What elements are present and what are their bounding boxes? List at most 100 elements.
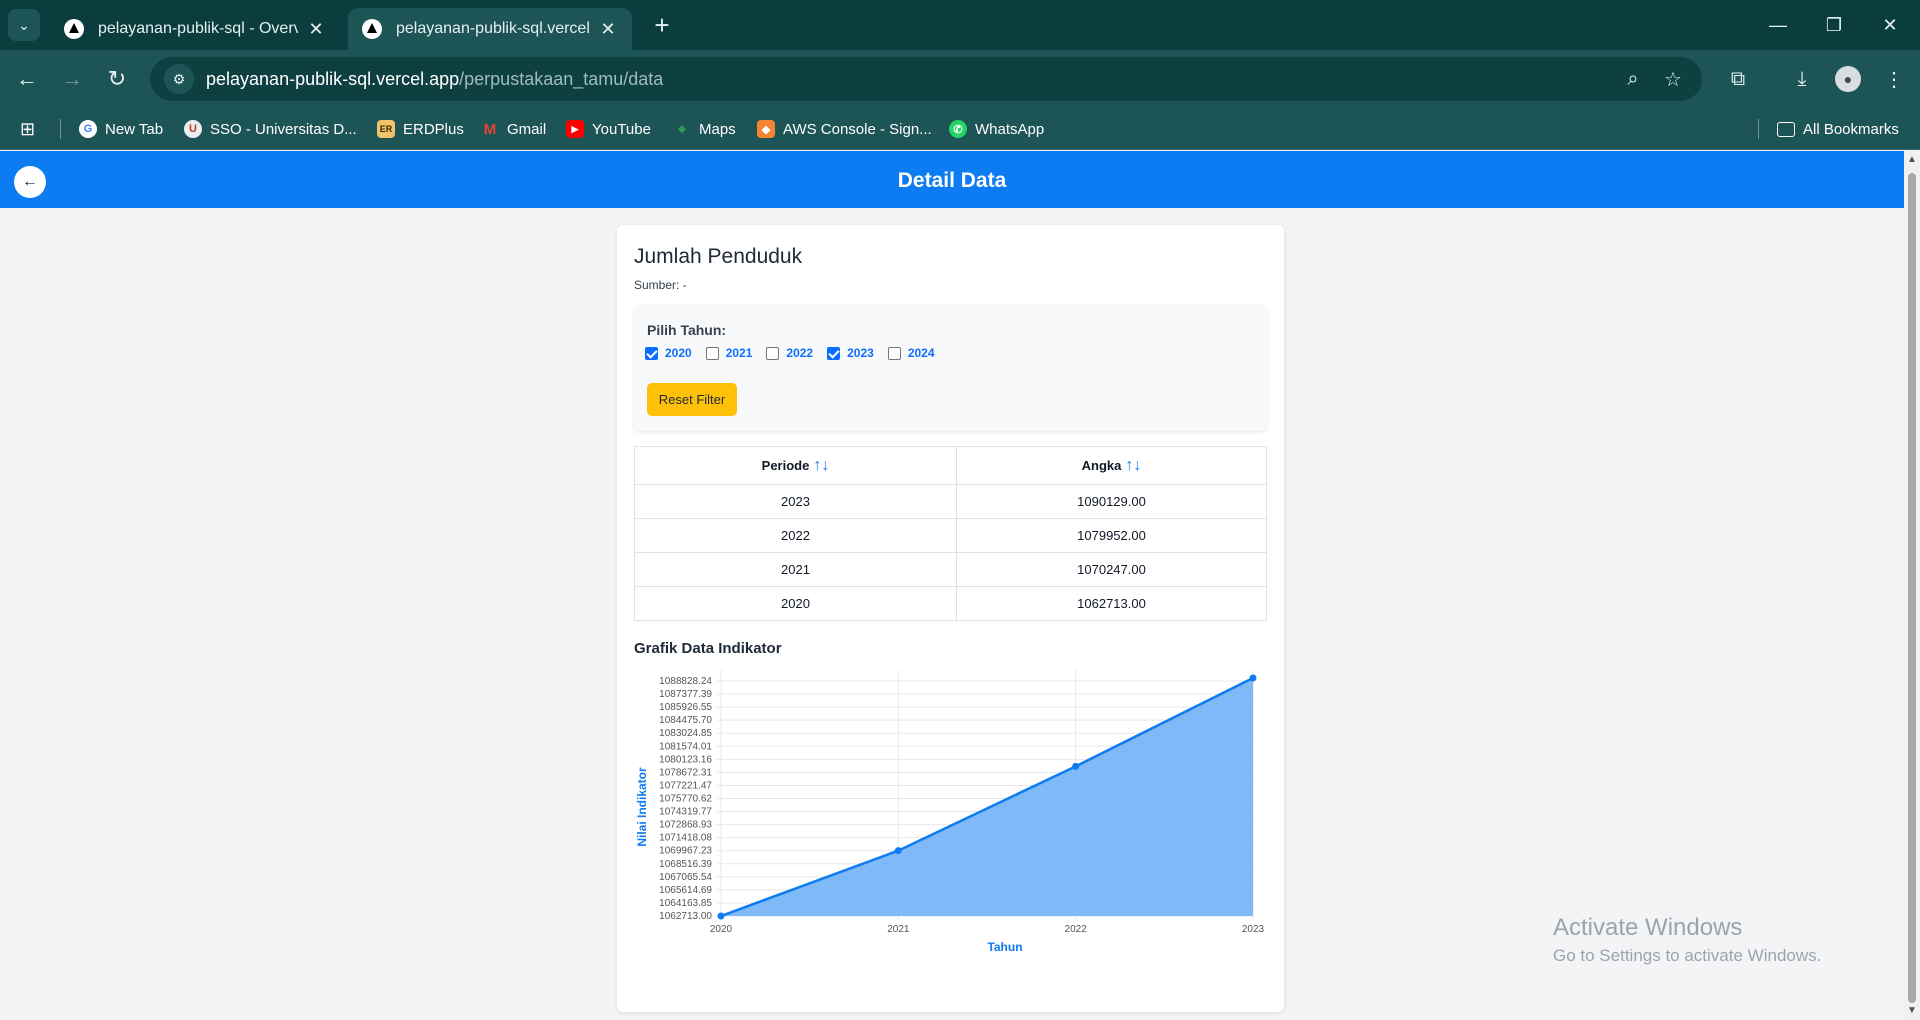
minimize-button[interactable]: —	[1750, 0, 1806, 50]
apps-grid-icon[interactable]: ⊞	[20, 117, 35, 141]
year-option-2024[interactable]: 2024	[887, 346, 935, 360]
whatsapp-icon: ✆	[949, 120, 967, 138]
site-info-icon[interactable]: ⚙	[164, 64, 194, 94]
year-checkbox[interactable]	[827, 346, 841, 360]
close-icon: ✕	[1882, 14, 1898, 35]
google-icon: G	[79, 120, 97, 138]
browser-tab-active[interactable]: pelayanan-publik-sql.vercel.app ✕	[348, 8, 632, 50]
y-tick-label: 1085926.55	[659, 702, 712, 713]
bookmark-new-tab[interactable]: G New Tab	[79, 117, 163, 141]
sort-icon[interactable]: ↑↓	[813, 457, 829, 474]
scroll-thumb[interactable]	[1908, 173, 1916, 1003]
reload-icon: ↻	[107, 66, 127, 91]
all-bookmarks[interactable]: All Bookmarks	[1777, 117, 1899, 141]
restore-icon: ❐	[1825, 14, 1843, 35]
bookmark-separator	[60, 119, 61, 139]
bookmark-sso[interactable]: U SSO - Universitas D...	[184, 117, 357, 141]
periode-cell: 2021	[634, 552, 957, 587]
year-option-2020[interactable]: 2020	[645, 346, 692, 360]
column-header-angka[interactable]: Angka ↑↓	[956, 446, 1267, 485]
data-point	[1072, 762, 1080, 770]
download-icon[interactable]: ⤓	[1785, 62, 1819, 96]
year-label: 2022	[786, 346, 814, 360]
vercel-icon	[64, 19, 84, 39]
vercel-icon	[362, 19, 382, 39]
y-tick-label: 1087377.39	[659, 689, 712, 700]
column-header-periode[interactable]: Periode ↑↓	[634, 446, 957, 485]
windows-activation-watermark: Activate Windows Go to Settings to activ…	[1553, 914, 1821, 966]
year-checkbox-group: 2020 2021 2022 2023 2024	[645, 343, 949, 363]
table-row: 2020 1062713.00	[634, 586, 1267, 621]
arrow-right-icon: →	[61, 66, 83, 91]
y-tick-label: 1077221.47	[659, 780, 712, 791]
profile-avatar[interactable]: ●	[1835, 66, 1861, 92]
y-tick-label: 1084475.70	[659, 715, 712, 726]
year-filter-panel: Pilih Tahun: 2020 2021 2022 2023 2024 Re…	[634, 305, 1267, 431]
close-window-button[interactable]: ✕	[1862, 0, 1918, 50]
column-label: Angka	[1081, 457, 1122, 473]
year-label: 2023	[847, 346, 874, 360]
year-option-2023[interactable]: 2023	[827, 346, 874, 360]
bookmark-label: YouTube	[592, 120, 651, 138]
table-row: 2021 1070247.00	[634, 552, 1267, 587]
year-option-2021[interactable]: 2021	[705, 346, 752, 360]
browser-tab-overview[interactable]: pelayanan-publik-sql - Overview ✕	[50, 8, 340, 50]
column-label: Periode	[761, 457, 810, 473]
address-bar[interactable]: ⚙ pelayanan-publik-sql.vercel.app/perpus…	[150, 57, 1702, 101]
web-page: ← Detail Data Jumlah Penduduk Sumber: - …	[0, 151, 1920, 1020]
zoom-icon[interactable]: ⌕	[1618, 64, 1648, 94]
bookmark-whatsapp[interactable]: ✆ WhatsApp	[949, 117, 1044, 141]
year-option-2022[interactable]: 2022	[766, 346, 813, 360]
extensions-icon[interactable]: ⧉	[1721, 62, 1755, 96]
bookmark-youtube[interactable]: ▶ YouTube	[566, 117, 651, 141]
folder-icon	[1777, 121, 1795, 137]
series-area	[721, 678, 1253, 916]
reset-filter-button[interactable]: Reset Filter	[647, 383, 737, 416]
indicator-title: Jumlah Penduduk	[634, 245, 803, 268]
year-checkbox[interactable]	[705, 346, 719, 360]
y-tick-label: 1080123.16	[659, 754, 712, 765]
y-tick-label: 1083024.85	[659, 728, 712, 739]
bookmark-gmail[interactable]: M Gmail	[481, 117, 546, 141]
app-header: ← Detail Data	[0, 151, 1904, 208]
browser-toolbar: ← → ↻ ⚙ pelayanan-publik-sql.vercel.app /…	[0, 50, 1920, 108]
bookmark-maps[interactable]: ⌖ Maps	[673, 117, 736, 141]
new-tab-button[interactable]: +	[648, 8, 676, 42]
bookmark-aws[interactable]: ◆ AWS Console - Sign...	[757, 117, 932, 141]
scroll-down-icon[interactable]: ▼	[1907, 1006, 1917, 1016]
close-icon[interactable]: ✕	[598, 19, 618, 40]
tab-search-button[interactable]: ⌄	[8, 9, 40, 41]
back-button[interactable]: ←	[10, 62, 44, 96]
year-checkbox[interactable]	[645, 346, 658, 360]
forward-button[interactable]: →	[55, 62, 89, 96]
sort-icon[interactable]: ↑↓	[1125, 457, 1141, 474]
reload-button[interactable]: ↻	[100, 62, 134, 96]
close-icon[interactable]: ✕	[306, 19, 326, 40]
scroll-up-icon[interactable]: ▲	[1907, 155, 1917, 165]
y-tick-label: 1069967.23	[659, 846, 712, 857]
periode-cell: 2022	[634, 518, 957, 553]
bookmark-erdplus[interactable]: ER ERDPlus	[377, 117, 464, 141]
x-tick-label: 2020	[710, 924, 733, 935]
watermark-title: Activate Windows	[1553, 914, 1743, 941]
y-tick-label: 1088828.24	[659, 676, 712, 687]
y-tick-label: 1078672.31	[659, 767, 712, 778]
bookmark-label: AWS Console - Sign...	[783, 120, 932, 138]
bookmarks-bar: ⊞ G New Tab U SSO - Universitas D... ER ERD…	[0, 108, 1920, 150]
page-scrollbar[interactable]: ▲ ▼	[1904, 151, 1920, 1020]
y-tick-label: 1064163.85	[659, 898, 712, 909]
year-checkbox[interactable]	[887, 346, 901, 360]
y-tick-label: 1065614.69	[659, 885, 712, 896]
tab-strip: ⌄ pelayanan-publik-sql - Overview ✕ pela…	[0, 0, 1920, 50]
periode-cell: 2023	[634, 484, 957, 519]
bookmark-label: WhatsApp	[975, 120, 1045, 138]
bookmark-separator	[1758, 119, 1759, 139]
year-checkbox[interactable]	[766, 346, 780, 360]
x-tick-label: 2023	[1242, 924, 1265, 935]
y-tick-label: 1075770.62	[659, 794, 712, 805]
menu-kebab-icon[interactable]: ⋮	[1877, 62, 1911, 96]
restore-button[interactable]: ❐	[1806, 0, 1862, 50]
data-table: Periode ↑↓ Angka ↑↓ 2023 1090129.00 2022 107…	[634, 446, 1267, 621]
bookmark-star-icon[interactable]: ☆	[1658, 64, 1688, 94]
indicator-chart: 1088828.24 1087377.39 1085926.55 1084475.70…	[635, 670, 1265, 954]
